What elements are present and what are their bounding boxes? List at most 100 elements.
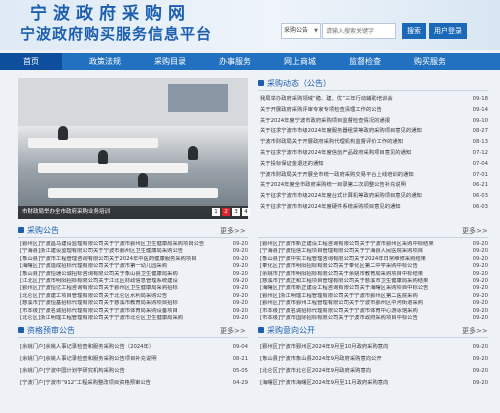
carousel-dot-4[interactable]: 4: [242, 208, 250, 216]
chevron-down-icon: ▼: [314, 28, 318, 34]
list-item[interactable]: 关于征求宁波市市级2024年度台式计算机等政府采购项目意见的通知 06-03: [260, 191, 488, 202]
list-item-date: 09-20: [472, 356, 488, 362]
list-item[interactable]: [鄞州区]宁波市鄞州工程管理有限公司关于宁波市鄞州区中河街道采购 09-20: [260, 300, 488, 307]
list-item[interactable]: [奉化区]宁波市明阳招标有限公司关于奉化区第二中学采购中标公告 09-20: [260, 263, 488, 270]
intent-more-link[interactable]: 更多>>: [462, 326, 488, 336]
divider: [258, 237, 488, 238]
list-item-title: [余姚门户]余姚人事记录检查和服务采购公告项目补充说明: [20, 356, 157, 362]
list-item-date: 09-20: [472, 314, 488, 321]
list-item-title: [象山县]宁波中实工程管理咨询有限公司关于2024年日常维修采购结果: [260, 255, 426, 262]
list-item[interactable]: [市本级]宁波名诚招标代理有限公司关于宁波市体育局采购设备项目 09-20: [20, 308, 248, 315]
photo-person: [138, 173, 148, 187]
list-item[interactable]: [宁波门户]宁波市“912”工程采购整改项目资格预审公告 04-29: [20, 377, 248, 389]
list-item-date: 06-03: [472, 193, 488, 200]
list-item-title: [海曙区]宁波市海曙区2024年9月至11月政府采购意向: [260, 380, 389, 386]
nav-item[interactable]: 监督检查: [335, 53, 395, 70]
list-item[interactable]: [宁海县]浙江建设监理有限公司关于宁波市鄞州区卫生健康局采购公告 09-20: [20, 248, 248, 255]
list-item-title: 宁波市财政局关于开展全市统一政府采购交易平台上线培训的通知: [260, 171, 414, 178]
list-item-title: [余姚门户]宁波中国计划学研究机构采购公告: [20, 368, 125, 374]
nav-item[interactable]: 首页: [0, 53, 62, 70]
nav-item[interactable]: 采购目录: [140, 53, 200, 70]
nav-item[interactable]: 网上商城: [270, 53, 330, 70]
list-item[interactable]: [海曙区]宁波造成招标代理有限公司关于宁波市第一幼儿园采购 09-20: [20, 263, 248, 270]
list-item[interactable]: [鄞州区]浙江明理工程管理有限公司关于宁波市鄞州区第二医院采购 09-20: [260, 293, 488, 300]
list-item-date: 09-20: [232, 263, 248, 270]
list-item[interactable]: 关于2024年度宁波市政府采购项目监督检查情况的通报 09-10: [260, 116, 488, 127]
list-item[interactable]: [海曙区]宁波市新正建设工程咨询有限公司关于海曙区采购项目中标公告 09-20: [260, 285, 488, 292]
search-input[interactable]: [322, 23, 396, 39]
section-icon: [18, 227, 24, 233]
list-item[interactable]: [象山县]宁波市象山县2024年9月政府采购意向公开 09-20: [260, 353, 488, 365]
list-item[interactable]: [北仑区]宁波市北仑区2024年9月政府采购意向 09-20: [260, 365, 488, 377]
list-item[interactable]: 关于征求宁波市市级2024年度服务器租赁等政府采购项目意见的通知 08-27: [260, 126, 488, 137]
list-item[interactable]: [象山县]宁波中实工程管理咨询有限公司关于2024年日常维修采购结果 09-20: [260, 256, 488, 263]
list-item-title: 关于征求宁波市市级2024年度服务器租赁等政府采购项目意见的通知: [260, 128, 422, 135]
list-item-date: 09-20: [472, 248, 488, 255]
search-button[interactable]: 搜索: [402, 23, 426, 39]
list-item-date: 09-20: [472, 307, 488, 314]
carousel-dot-2[interactable]: 2: [222, 208, 230, 216]
list-item[interactable]: [象山县]宁波恒通公诚招标咨询有限公司关于象山县卫生健康局采购 09-20: [20, 271, 248, 278]
list-item[interactable]: [鄞州区]宁波昌马建设监理有限公司关于宁波市鄞州区卫生健康局采购项目公告 09-2…: [20, 241, 248, 248]
list-item-title: [海曙区]宁波造成招标代理有限公司关于宁波市第一幼儿园采购: [20, 263, 168, 270]
list-item[interactable]: [余姚市]宁波市明阳招标有限公司关于余姚市教育局采购项目中标结果 09-20: [260, 271, 488, 278]
list-item[interactable]: 关于征求宁波市市级2024年度信创产品政府采购项目意见的通知 07-12: [260, 148, 488, 159]
list-item[interactable]: [市本级]宁波市国际招标有限公司关于宁波市政府采购项目中标公告 09-20: [260, 315, 488, 322]
list-item-date: 04-29: [232, 380, 248, 386]
list-item-title: [余姚市]宁波市明阳招标有限公司关于余姚市教育局采购项目中标结果: [260, 270, 424, 277]
list-item[interactable]: 宁波市财政局关于开展政府采购代理机构监督评价工作的通知 08-13: [260, 137, 488, 148]
list-item[interactable]: [海曙区]宁波市海曙区2024年9月至11月政府采购意向 09-20: [260, 377, 488, 389]
list-item[interactable]: [余姚门户]余姚人事记录检查和服务采购公告（2024年） 09-04: [20, 341, 248, 353]
list-item-title: [鄞州区]宁波市鄞州区2024年9月至10月政府采购意向: [260, 344, 389, 350]
carousel-dot-1[interactable]: 1: [212, 208, 220, 216]
nav-item[interactable]: 政策法规: [75, 53, 135, 70]
list-item-date: 07-04: [472, 160, 488, 167]
list-item-date: 09-20: [472, 241, 488, 247]
search-category-select[interactable]: 采购公告 ▼: [281, 23, 321, 39]
list-item[interactable]: [北仑区]浙江明理工程管理有限公司关于宁波市北仑区卫生健康局采购 09-20: [20, 315, 248, 322]
list-item[interactable]: 关于2024年度全市政府采购统一目录第二次调整公告补充说明 06-21: [260, 180, 488, 191]
list-item[interactable]: [江北区]宁波市明阳招标有限公司关于江北区财政信息管理系统建设 09-20: [20, 278, 248, 285]
list-item[interactable]: [象山县]宁波市工程管理咨询有限公司关于2024年中医药健康服务采购项目 09-2…: [20, 256, 248, 263]
qual-more-link[interactable]: 更多>>: [220, 326, 246, 336]
list-item[interactable]: [慈溪市]宁波恒基招标代理有限公司关于慈溪市教育局采购项目招标 09-20: [20, 300, 248, 307]
list-item[interactable]: [北仑区]宁波建工项目管理有限公司关于北仑区水利局采购公告 09-20: [20, 293, 248, 300]
purchase-more-link[interactable]: 更多>>: [220, 226, 246, 236]
list-item[interactable]: [鄞州区]宁波市鄞州区2024年9月至10月政府采购意向 09-20: [260, 341, 488, 353]
list-item[interactable]: 关于投标保证金退还的通知 07-04: [260, 159, 488, 170]
nav-item[interactable]: 办事服务: [205, 53, 265, 70]
list-item[interactable]: [慈溪市]宁波正和工程项目管理有限公司关于慈溪市卫生健康局采购结果 09-20: [260, 278, 488, 285]
list-item-title: 关于开展政府采购评审专家专项检查清理工作的公告: [260, 106, 382, 113]
divider: [258, 337, 488, 338]
list-item[interactable]: 我局举办政府采购领域“稳、建、优”三年行动辅助培训会 09-18: [260, 94, 488, 105]
list-item[interactable]: [余姚门户]余姚人事记录检查和服务采购公告项目补充说明 08-21: [20, 353, 248, 365]
list-item[interactable]: 关于征求宁波市市级2024年度硬件系统采购项目意见的通知 06-03: [260, 202, 488, 213]
list-item[interactable]: [鄞州区]宁波市新正建设工程咨询有限公司关于宁波市鄞州区采购中标结果 09-20: [260, 241, 488, 248]
list-item[interactable]: 宁波市财政局关于开展全市统一政府采购交易平台上线培训的通知 07-01: [260, 170, 488, 181]
login-button[interactable]: 用户登录: [429, 23, 467, 39]
list-item[interactable]: [余姚门户]宁波中国计划学研究机构采购公告 05-05: [20, 365, 248, 377]
list-item-date: 09-20: [232, 300, 248, 307]
purchase-section-title: 采购公告: [18, 225, 59, 236]
list-item-title: 关于征求宁波市市级2024年度信创产品政府采购项目意见的通知: [260, 149, 412, 156]
nav-item[interactable]: 购买服务: [400, 53, 460, 70]
list-item-title: [奉化区]宁波市明阳招标有限公司关于奉化区第二中学采购中标公告: [260, 263, 418, 270]
list-item-title: 关于征求宁波市市级2024年度硬件系统采购项目意见的通知: [260, 203, 401, 210]
photo-person: [188, 146, 198, 160]
list-item[interactable]: [市本级]宁波名诚招标代理有限公司关于宁波市体育中心游泳馆采购 09-20: [260, 308, 488, 315]
list-item[interactable]: [宁海县]宁波恒信工程项目管理有限公司关于宁海县人民医院采购项目 09-20: [260, 248, 488, 255]
list-item-date: 09-20: [472, 292, 488, 299]
list-item-title: 宁波市财政局关于开展政府采购代理机构监督评价工作的通知: [260, 139, 404, 146]
list-item[interactable]: [鄞州区]宁波恒亿工程咨询有限公司关于鄞州区卫生健康局采购招标 09-20: [20, 285, 248, 292]
list-item-date: 09-14: [472, 106, 488, 113]
list-item-date: 09-20: [472, 270, 488, 277]
list-item-title: [宁波门户]宁波市“912”工程采购整改项目资格预审公告: [20, 380, 151, 386]
list-item-title: [北仑区]浙江明理工程管理有限公司关于宁波市北仑区卫生健康局采购: [20, 314, 184, 321]
list-item[interactable]: 关于开展政府采购评审专家专项检查清理工作的公告 09-14: [260, 105, 488, 116]
photo-screen: [168, 84, 228, 112]
carousel-dot-3[interactable]: 3: [232, 208, 240, 216]
carousel-image[interactable]: [18, 78, 248, 219]
result-more-link[interactable]: 更多>>: [462, 226, 488, 236]
list-item-date: 06-03: [472, 203, 488, 210]
list-item-date: 09-04: [232, 344, 248, 350]
